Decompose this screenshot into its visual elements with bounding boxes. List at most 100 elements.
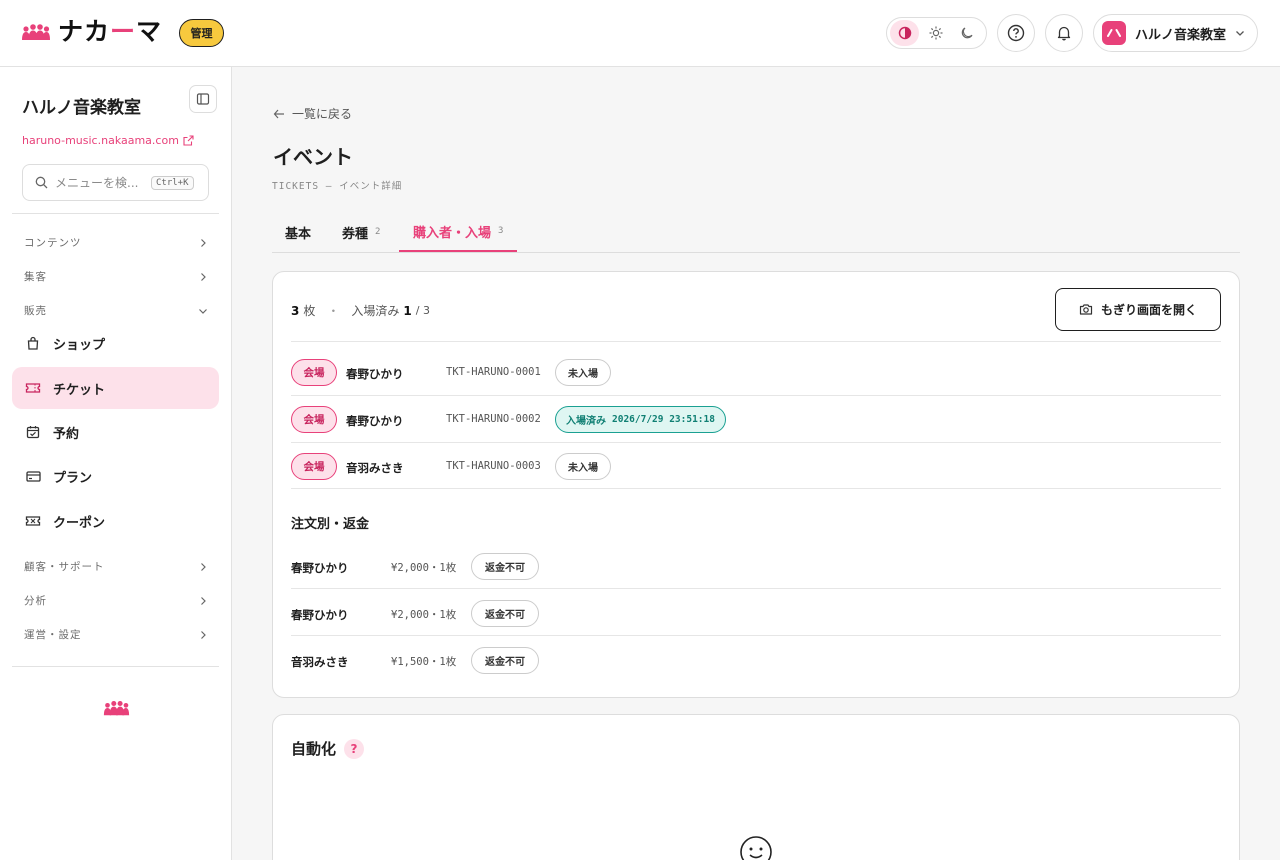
venue-tag: 会場 (291, 453, 337, 480)
sidebar-divider (12, 666, 219, 667)
page-subtitle: TICKETS — イベント詳細 (272, 181, 403, 192)
arrow-left-icon (273, 109, 284, 118)
ticket-icon (25, 383, 41, 393)
sidebar: ハルノ音楽教室 haruno-music.nakaama.com Ctrl+K … (0, 67, 232, 860)
sidebar-item-label: チケット (53, 382, 106, 398)
brand-name: ナカーマ (58, 17, 163, 46)
tab-label: 券種 (342, 226, 369, 242)
sidebar-group-marketing[interactable]: 集客 (24, 269, 208, 284)
order-buyer-name: 春野ひかり (291, 561, 349, 575)
help-icon (1007, 24, 1025, 42)
tab-bar: 基本 券種 2 購入者・入場 3 (272, 212, 1240, 253)
entry-timestamp: 2026/7/29 23:51:18 (612, 414, 715, 425)
ticket-holder-name: 春野ひかり (346, 414, 404, 428)
entered-count: 1 (403, 303, 412, 318)
summary-separator: ・ (327, 304, 340, 318)
automation-title: 自動化 ? (291, 738, 365, 759)
divider (291, 395, 1221, 396)
buyers-card: 3 枚 ・ 入場済み 1 / 3 もぎり画面を開く 会場 春野ひかり TKT-H… (272, 271, 1240, 698)
sidebar-group-analytics[interactable]: 分析 (24, 593, 208, 608)
sidebar-item-shop[interactable]: ショップ (12, 322, 219, 364)
sidebar-item-ticket[interactable]: チケット (12, 367, 219, 409)
ticket-holder-name: 音羽みさき (346, 461, 404, 475)
contrast-icon (898, 26, 911, 40)
ticket-id: TKT-HARUNO-0003 (446, 460, 541, 472)
account-switcher[interactable]: ハルノ音楽教室 (1093, 14, 1258, 52)
coupon-icon (25, 516, 41, 526)
order-buyer-name: 春野ひかり (291, 608, 349, 622)
sidebar-group-settings[interactable]: 運営・設定 (24, 627, 208, 642)
sidebar-group-customer[interactable]: 顧客・サポート (24, 559, 208, 574)
sidebar-item-label: ショップ (53, 337, 106, 353)
chevron-right-icon (201, 562, 206, 571)
tab-basic[interactable]: 基本 (285, 212, 311, 252)
people-logo-icon (103, 700, 130, 716)
group-label: 顧客・サポート (24, 561, 105, 573)
back-to-list-link[interactable]: 一覧に戻る (273, 105, 352, 122)
sidebar-item-coupon[interactable]: クーポン (12, 500, 219, 542)
sidebar-title: ハルノ音楽教室 (22, 98, 141, 118)
chevron-right-icon (201, 630, 206, 639)
sidebar-divider (12, 213, 219, 214)
sidebar-footer-logo (103, 699, 130, 721)
divider (291, 488, 1221, 489)
people-logo-icon (22, 24, 50, 40)
ticket-holder-name: 春野ひかり (346, 367, 404, 381)
site-url-text: haruno-music.nakaama.com (22, 134, 179, 147)
chevron-down-icon (199, 308, 207, 314)
sidebar-group-content[interactable]: コンテンツ (24, 235, 208, 250)
order-amount: ¥2,000・1枚 (391, 609, 457, 621)
order-buyer-name: 音羽みさき (291, 655, 349, 669)
sidebar-toggle-icon (196, 93, 210, 105)
divider (291, 588, 1221, 589)
menu-search-input[interactable] (55, 175, 151, 190)
moon-icon (961, 27, 973, 39)
page-title: イベント (273, 145, 353, 169)
group-label: 販売 (24, 305, 47, 317)
brand-mark-icon (1107, 29, 1121, 37)
tab-ticket-types[interactable]: 券種 2 (342, 212, 380, 252)
entry-summary: 3 枚 ・ 入場済み 1 / 3 (291, 302, 430, 319)
refund-status-badge: 返金不可 (471, 553, 539, 580)
top-bar: ナカーマ 管理 ハルノ音楽教室 (0, 0, 1280, 67)
entry-status-badge: 入場済み 2026/7/29 23:51:18 (555, 406, 726, 433)
tab-label: 基本 (285, 226, 312, 242)
refund-status-badge: 返金不可 (471, 647, 539, 674)
open-gate-screen-button[interactable]: もぎり画面を開く (1055, 288, 1221, 331)
external-link-icon (183, 135, 194, 146)
notifications-button[interactable] (1045, 14, 1083, 52)
account-avatar (1102, 21, 1126, 45)
sidebar-item-label: プラン (53, 470, 93, 486)
entered-total: / 3 (415, 304, 430, 317)
theme-auto-button[interactable] (890, 20, 919, 46)
smiley-face-icon (740, 836, 772, 860)
credit-card-icon (25, 470, 41, 482)
sidebar-item-plan[interactable]: プラン (12, 455, 219, 497)
chevron-right-icon (201, 272, 206, 281)
ticket-id: TKT-HARUNO-0001 (446, 366, 541, 378)
tab-buyers-entry[interactable]: 購入者・入場 3 (399, 212, 518, 252)
chevron-right-icon (201, 596, 206, 605)
tickets-unit: 枚 (303, 304, 316, 318)
ticket-id: TKT-HARUNO-0002 (446, 413, 541, 425)
chevron-down-icon (1236, 31, 1244, 36)
venue-tag: 会場 (291, 406, 337, 433)
sidebar-item-label: クーポン (53, 515, 106, 531)
theme-light-button[interactable] (921, 20, 950, 46)
sidebar-item-label: 予約 (53, 426, 80, 442)
sidebar-group-sales[interactable]: 販売 (24, 303, 208, 318)
sidebar-item-booking[interactable]: 予約 (12, 411, 219, 453)
logo[interactable]: ナカーマ (22, 18, 162, 46)
automation-help-icon[interactable]: ? (344, 738, 365, 759)
theme-dark-button[interactable] (952, 20, 981, 46)
help-button[interactable] (997, 14, 1035, 52)
theme-toggle (886, 17, 987, 49)
sidebar-collapse-button[interactable] (189, 85, 217, 113)
group-label: コンテンツ (24, 237, 82, 249)
search-icon (35, 176, 48, 189)
order-amount: ¥2,000・1枚 (391, 562, 457, 574)
site-url-link[interactable]: haruno-music.nakaama.com (22, 134, 194, 147)
menu-search[interactable]: Ctrl+K (22, 164, 209, 201)
group-label: 分析 (24, 595, 47, 607)
venue-tag: 会場 (291, 359, 337, 386)
